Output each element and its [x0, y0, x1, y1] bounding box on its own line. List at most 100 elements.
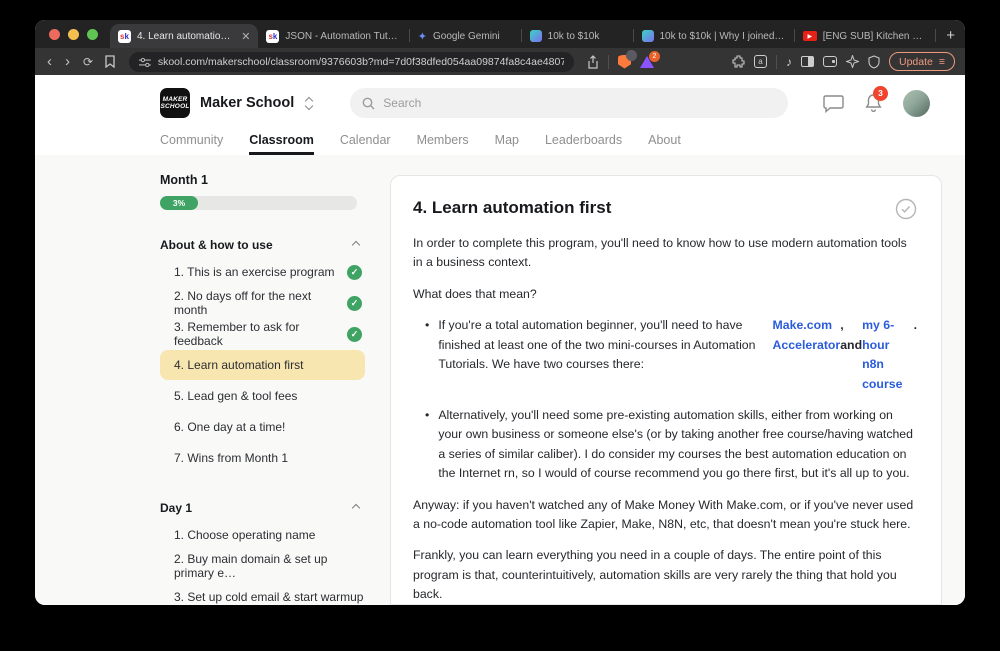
nav-leaderboards[interactable]: Leaderboards	[545, 133, 622, 155]
share-icon[interactable]	[587, 55, 599, 69]
lesson-item[interactable]: 7. Wins from Month 1	[160, 443, 365, 473]
logo-text: MAKER	[163, 96, 188, 103]
lesson-label: 6. One day at a time!	[174, 420, 285, 434]
mark-complete-icon[interactable]	[895, 198, 917, 220]
lesson-body: In order to complete this program, you'l…	[413, 234, 917, 605]
boxed-a-icon[interactable]: a	[754, 55, 767, 68]
zoom-window-button[interactable]	[87, 29, 98, 40]
extensions-icon[interactable]	[732, 55, 745, 68]
brave-rewards-icon[interactable]: 2	[640, 56, 654, 68]
section-day-1[interactable]: Day 1	[160, 497, 365, 519]
leo-ai-icon[interactable]	[846, 55, 859, 68]
progress-bar: 3%	[160, 196, 357, 210]
lesson-item[interactable]: 3. Set up cold email & start warmup	[160, 582, 365, 605]
lesson-item[interactable]: 2. Buy main domain & set up primary e…	[160, 551, 365, 581]
collapse-chevron-icon[interactable]	[352, 504, 360, 512]
paragraph: In order to complete this program, you'l…	[413, 234, 917, 273]
progress-value: 3%	[160, 196, 198, 210]
skool-favicon: sk	[266, 30, 279, 43]
tab-google-gemini[interactable]: ✦ Google Gemini	[410, 24, 521, 48]
completed-check-icon: ✓	[347, 265, 362, 280]
user-avatar[interactable]	[903, 90, 930, 117]
tab-json-automation-tutorials[interactable]: sk JSON - Automation Tutorials	[258, 24, 408, 48]
close-tab-icon[interactable]: ✕	[239, 30, 250, 43]
nav-members[interactable]: Members	[417, 133, 469, 155]
chat-icon	[823, 94, 844, 113]
tab-label: 10k to $10k	[548, 31, 625, 42]
notifications-button[interactable]: 3	[864, 93, 883, 114]
bullet-item: If you're a total automation beginner, y…	[413, 316, 917, 394]
wallet-icon[interactable]	[823, 56, 837, 67]
vpn-shield-icon[interactable]	[868, 55, 880, 69]
lesson-label: 2. Buy main domain & set up primary e…	[174, 552, 365, 580]
lesson-item[interactable]: 2. No days off for the next month ✓	[160, 288, 365, 318]
school-switcher-icon[interactable]	[306, 98, 312, 109]
lesson-item-active[interactable]: 4. Learn automation first	[160, 350, 365, 380]
url-text: skool.com/makerschool/classroom/9376603b…	[158, 56, 564, 68]
nav-calendar[interactable]: Calendar	[340, 133, 391, 155]
lesson-item[interactable]: 3. Remember to ask for feedback ✓	[160, 319, 365, 349]
menu-icon[interactable]: ≡	[939, 56, 945, 68]
back-button[interactable]: ‹	[45, 54, 54, 69]
tab-10k-why-i-joined[interactable]: 10k to $10k | Why I joined Ma	[634, 24, 794, 48]
lesson-item[interactable]: 6. One day at a time!	[160, 412, 365, 442]
section-title: Day 1	[160, 501, 192, 515]
classroom-page: Month 1 3% About & how to use 1. This is…	[35, 155, 965, 605]
paragraph: Frankly, you can learn everything you ne…	[413, 546, 917, 604]
lesson-item[interactable]: 1. This is an exercise program ✓	[160, 257, 365, 287]
course-sidebar: Month 1 3% About & how to use 1. This is…	[160, 155, 365, 605]
update-button[interactable]: Update ≡	[889, 52, 955, 71]
month-label: Month 1	[160, 173, 365, 187]
collapse-chevron-icon[interactable]	[352, 241, 360, 249]
media-control-icon[interactable]: ♪	[786, 55, 792, 69]
new-tab-button[interactable]: +	[936, 27, 965, 48]
search-input[interactable]: Search	[350, 88, 788, 118]
tab-kitchen-pom[interactable]: ▶ [ENG SUB] Kitchen Pom ทำอา	[795, 24, 936, 48]
browser-tab-bar: sk 4. Learn automation first ✕ sk JSON -…	[35, 20, 965, 48]
tune-icon[interactable]	[139, 57, 151, 67]
chat-button[interactable]	[823, 94, 844, 113]
tab-learn-automation[interactable]: sk 4. Learn automation first ✕	[110, 24, 258, 48]
lesson-item[interactable]: 5. Lead gen & tool fees	[160, 381, 365, 411]
nav-classroom[interactable]: Classroom	[249, 133, 314, 155]
lesson-label: 3. Set up cold email & start warmup	[174, 590, 363, 604]
toolbar-divider	[776, 55, 777, 69]
reload-button[interactable]: ⟳	[81, 56, 95, 68]
sidebar-toggle-icon[interactable]	[801, 56, 814, 67]
search-icon	[362, 97, 375, 110]
lesson-label: 7. Wins from Month 1	[174, 451, 288, 465]
maker-school-logo[interactable]: MAKER SCHOOL	[160, 88, 190, 118]
lesson-label: 4. Learn automation first	[174, 358, 303, 372]
lesson-title: 4. Learn automation first	[413, 198, 611, 218]
search-placeholder: Search	[383, 96, 421, 110]
tab-10k-to-10k[interactable]: 10k to $10k	[522, 24, 633, 48]
nav-about[interactable]: About	[648, 133, 681, 155]
lesson-label: 1. This is an exercise program	[174, 265, 335, 279]
section-title: About & how to use	[160, 238, 273, 252]
lesson-card: 4. Learn automation first In order to co…	[390, 175, 942, 605]
bullet-item: Alternatively, you'll need some pre-exis…	[413, 406, 917, 484]
tab-label: 10k to $10k | Why I joined Ma	[660, 31, 786, 42]
lesson-label: 3. Remember to ask for feedback	[174, 320, 347, 348]
lesson-item[interactable]: 1. Choose operating name	[160, 520, 365, 550]
nav-map[interactable]: Map	[495, 133, 519, 155]
skool-header: MAKER SCHOOL Maker School Search	[35, 75, 965, 155]
desktop-background: sk 4. Learn automation first ✕ sk JSON -…	[0, 0, 1000, 651]
gemini-favicon: ✦	[418, 30, 427, 43]
address-bar[interactable]: skool.com/makerschool/classroom/9376603b…	[129, 52, 574, 72]
section-about-how-to-use[interactable]: About & how to use	[160, 234, 365, 256]
close-window-button[interactable]	[49, 29, 60, 40]
tab-label: Google Gemini	[433, 31, 513, 42]
update-label: Update	[899, 56, 933, 68]
nav-community[interactable]: Community	[160, 133, 223, 155]
forward-button[interactable]: ›	[63, 54, 72, 69]
toolbar-divider	[608, 55, 609, 69]
brave-shields-icon[interactable]	[618, 55, 631, 69]
paragraph: What does that mean?	[413, 285, 917, 304]
lesson-label: 2. No days off for the next month	[174, 289, 347, 317]
lesson-label: 1. Choose operating name	[174, 528, 315, 542]
minimize-window-button[interactable]	[68, 29, 79, 40]
youtube-favicon: ▶	[803, 31, 817, 41]
bookmark-icon[interactable]	[104, 55, 116, 68]
school-name[interactable]: Maker School	[200, 95, 294, 111]
